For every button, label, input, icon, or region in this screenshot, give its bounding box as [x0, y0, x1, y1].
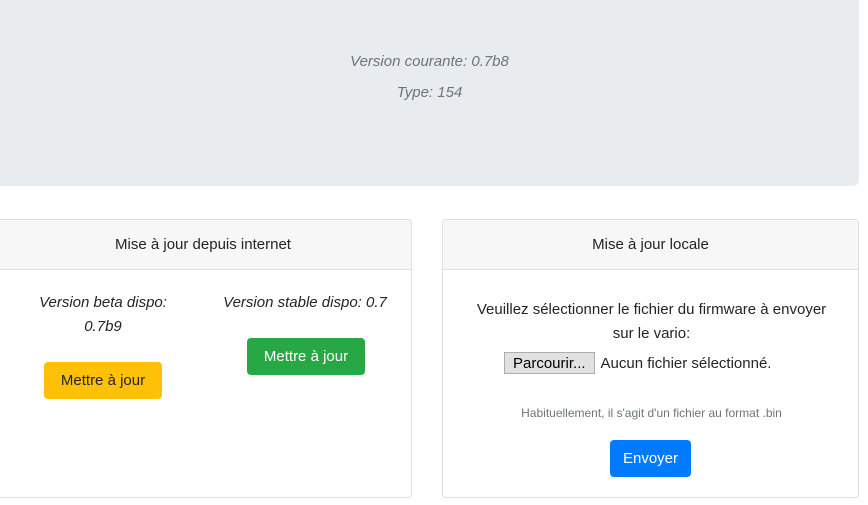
- help-text: Habituellement, il s'agit d'un fichier a…: [521, 406, 782, 420]
- update-stable-button[interactable]: Mettre à jour: [247, 338, 365, 375]
- beta-version-label: Version beta dispo:: [39, 294, 167, 311]
- file-input: Parcourir... Aucun fichier sélectionné.: [504, 352, 771, 374]
- local-update-title: Mise à jour locale: [443, 220, 858, 270]
- local-update-card: Mise à jour locale Veuillez sélectionner…: [442, 219, 859, 498]
- internet-update-title: Mise à jour depuis internet: [0, 220, 411, 270]
- update-beta-button[interactable]: Mettre à jour: [44, 362, 162, 399]
- file-status-text: Aucun fichier sélectionné.: [600, 354, 772, 372]
- instruction-line-2: sur le vario:: [612, 325, 691, 342]
- beta-version-info: Version beta dispo: 0.7b9: [31, 291, 175, 339]
- beta-version-number: 0.7b9: [84, 318, 122, 335]
- browse-button[interactable]: Parcourir...: [504, 352, 595, 374]
- instruction-line-1: Veuillez sélectionner le fichier du firm…: [476, 301, 827, 318]
- internet-update-card: Mise à jour depuis internet Version beta…: [0, 219, 412, 498]
- send-button[interactable]: Envoyer: [610, 440, 691, 477]
- version-banner: Version courante: 0.7b8 Type: 154: [0, 0, 859, 186]
- type-text: Type: 154: [396, 84, 463, 101]
- stable-version-label: Version stable dispo: 0.7: [223, 294, 387, 311]
- current-version-text: Version courante: 0.7b8: [350, 53, 509, 70]
